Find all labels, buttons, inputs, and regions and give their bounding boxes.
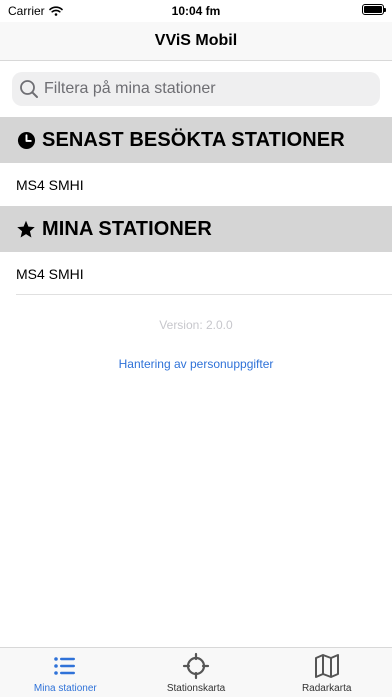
section-title-my-stations: MINA STATIONER xyxy=(42,217,212,240)
tab-label-radar-map: Radarkarta xyxy=(301,683,352,694)
list-item-label: MS4 SMHI xyxy=(16,176,84,193)
status-time: 10:04 fm xyxy=(171,4,221,18)
crosshair-icon xyxy=(182,652,210,680)
tab-bar: Mina stationer Stationskarta Radarkarta xyxy=(0,647,392,697)
privacy-link[interactable]: Hantering av personuppgifter xyxy=(0,357,392,371)
tab-label-my-stations: Mina stationer xyxy=(33,683,97,694)
star-icon xyxy=(16,219,36,239)
section-title-recent: SENAST BESÖKTA STATIONER xyxy=(42,128,345,151)
section-header-recent: SENAST BESÖKTA STATIONER xyxy=(0,117,392,163)
map-icon xyxy=(314,654,339,678)
tab-my-stations[interactable]: Mina stationer xyxy=(0,648,131,697)
list-item-my-station[interactable]: MS4 SMHI xyxy=(0,252,392,295)
tab-station-map[interactable]: Stationskarta xyxy=(131,648,262,697)
navigation-bar: VViS Mobil xyxy=(0,22,392,61)
search-input[interactable] xyxy=(42,79,366,99)
section-header-my-stations: MINA STATIONER xyxy=(0,206,392,252)
search-container xyxy=(0,61,392,117)
status-bar: Carrier 10:04 fm xyxy=(0,0,392,22)
clock-icon xyxy=(16,130,36,150)
search-field[interactable] xyxy=(12,72,380,106)
list-icon xyxy=(54,657,76,675)
list-item-label: MS4 SMHI xyxy=(16,265,84,282)
row-separator xyxy=(16,294,392,295)
search-icon xyxy=(20,80,38,98)
page-title: VViS Mobil xyxy=(154,32,238,49)
battery-icon xyxy=(362,4,386,15)
version-label: Version: 2.0.0 xyxy=(159,318,233,332)
tab-radar-map[interactable]: Radarkarta xyxy=(261,648,392,697)
list-item-recent-station[interactable]: MS4 SMHI xyxy=(0,163,392,206)
tab-label-station-map: Stationskarta xyxy=(166,683,226,694)
